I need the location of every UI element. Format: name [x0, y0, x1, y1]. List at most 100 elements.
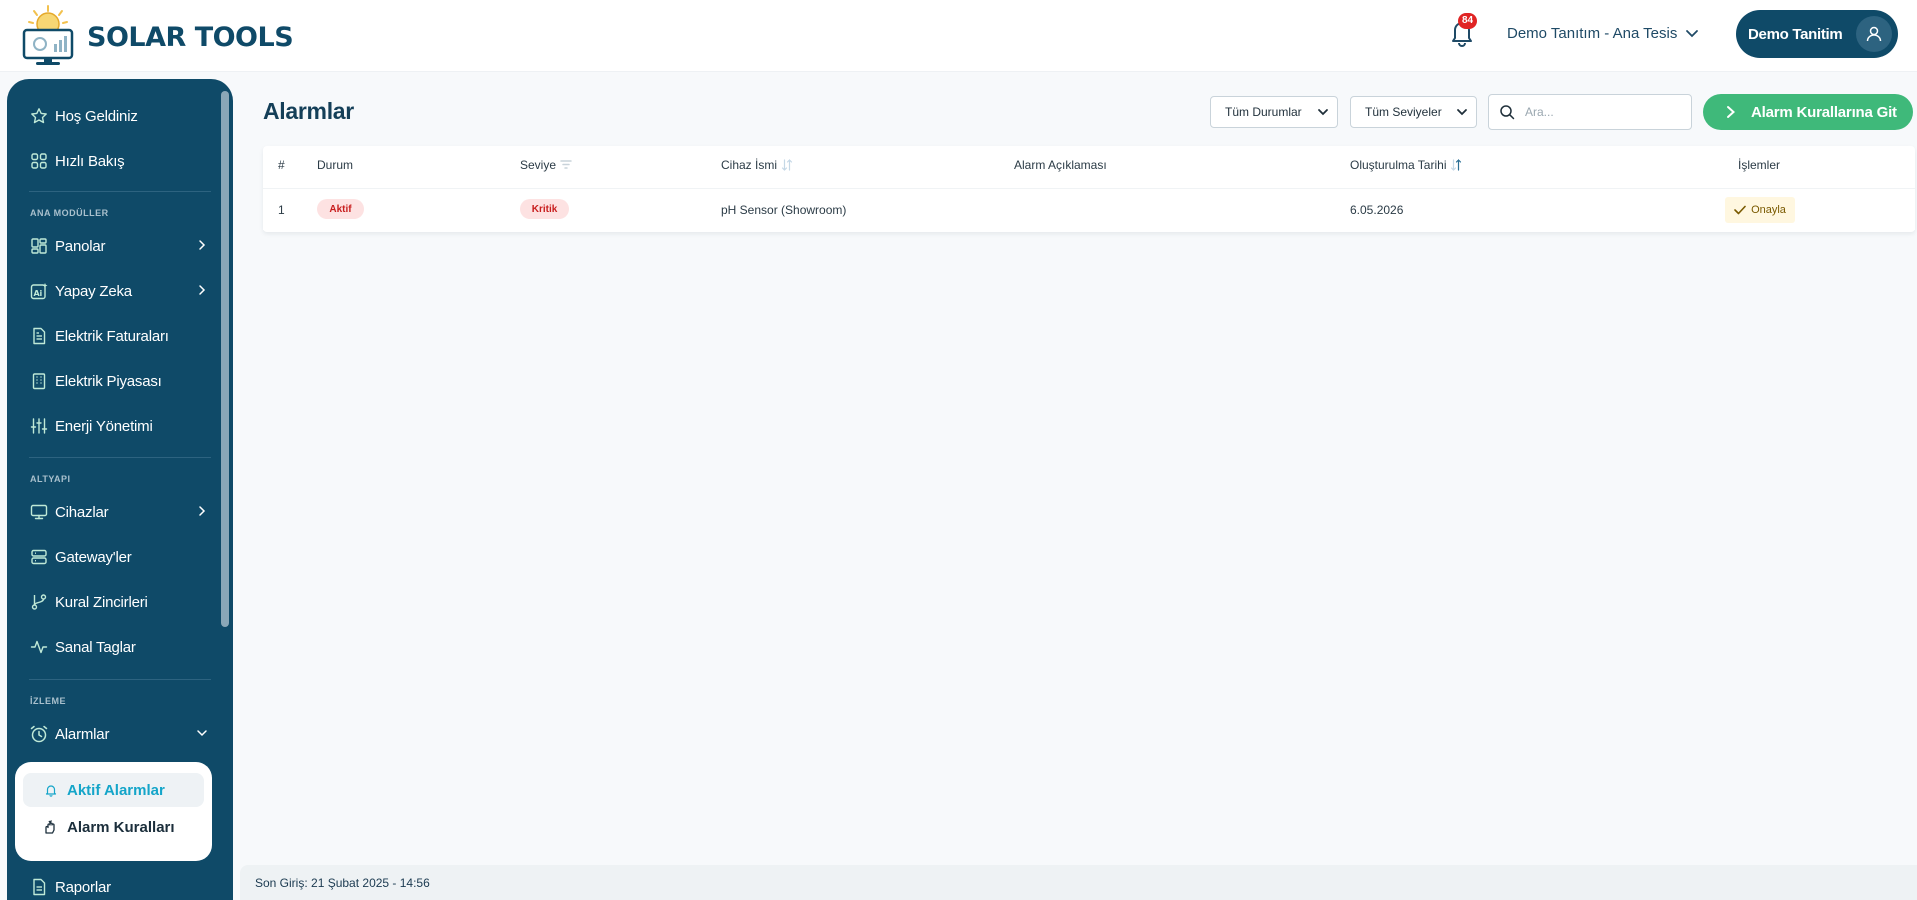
column-header-durum: Durum: [317, 158, 354, 172]
alarm-clock-icon: [29, 724, 49, 744]
chevron-down-icon: [1686, 30, 1699, 38]
section-label-izleme: İZLEME: [30, 696, 66, 706]
chevron-right-icon: [199, 506, 206, 516]
sidebar-item-panolar[interactable]: Panolar: [29, 231, 209, 261]
sidebar-divider: [29, 191, 211, 192]
sidebar-divider: [29, 457, 211, 458]
chevron-down-icon: [1318, 109, 1328, 116]
chevron-right-icon: [199, 285, 206, 295]
monitor-icon: [29, 502, 49, 522]
sidebar-item-label: Yapay Zeka: [55, 282, 132, 300]
user-name: Demo Tanitim: [1748, 25, 1843, 43]
page-title: Alarmlar: [263, 98, 354, 124]
column-header-alarm-aciklamasi: Alarm Açıklaması: [1014, 158, 1107, 172]
notification-count-badge: 84: [1458, 13, 1477, 29]
column-header-olusturulma-tarihi[interactable]: Oluşturulma Tarihi: [1350, 158, 1462, 172]
sidebar-item-label: Kural Zincirleri: [55, 593, 148, 611]
sidebar-item-hizli-bakis[interactable]: Hızlı Bakış: [29, 146, 209, 176]
search-input[interactable]: [1525, 105, 1675, 119]
user-menu-button[interactable]: Demo Tanitim: [1736, 10, 1898, 58]
section-label-altyapi: ALTYAPI: [30, 474, 71, 484]
filter-icon: [560, 160, 572, 169]
sidebar-divider: [29, 679, 211, 680]
report-icon: [29, 877, 49, 897]
building-icon: [29, 371, 49, 391]
activity-icon: [29, 637, 49, 657]
alarm-submenu: Aktif Alarmlar Alarm Kuralları: [15, 762, 212, 861]
sidebar-item-elektrik-piyasasi[interactable]: Elektrik Piyasası: [29, 366, 209, 396]
brand-name: SOLAR TOOLS: [87, 22, 294, 53]
sidebar: Hoş Geldiniz Hızlı Bakış ANA MODÜLLER Pa…: [7, 79, 233, 900]
dashboard-icon: [29, 236, 49, 256]
sidebar-item-gateways[interactable]: Gateway'ler: [29, 542, 209, 572]
sidebar-item-label: Gateway'ler: [55, 548, 132, 566]
facility-selector[interactable]: Demo Tanıtım - Ana Tesis: [1507, 22, 1699, 44]
sidebar-item-label: Alarmlar: [55, 725, 110, 743]
sidebar-item-label: Elektrik Piyasası: [55, 372, 162, 390]
sidebar-item-label: Panolar: [55, 237, 106, 255]
sidebar-item-sanal-taglar[interactable]: Sanal Taglar: [29, 632, 209, 662]
sidebar-scrollbar[interactable]: [221, 91, 229, 627]
rule-hand-icon: [43, 819, 59, 835]
sidebar-item-raporlar[interactable]: Raporlar: [29, 872, 209, 900]
go-to-alarm-rules-button[interactable]: Alarm Kurallarına Git: [1703, 94, 1913, 130]
invoice-icon: [29, 326, 49, 346]
check-icon: [1734, 205, 1746, 215]
sidebar-item-hos-geldiniz[interactable]: Hoş Geldiniz: [29, 101, 209, 131]
sidebar-item-label: Cihazlar: [55, 503, 109, 521]
cell-index: 1: [278, 203, 285, 217]
sidebar-item-kural-zincirleri[interactable]: Kural Zincirleri: [29, 587, 209, 617]
approve-label: Onayla: [1751, 204, 1786, 216]
bell-icon: [43, 782, 59, 798]
sidebar-item-elektrik-faturalari[interactable]: Elektrik Faturaları: [29, 321, 209, 351]
sidebar-item-label: Elektrik Faturaları: [55, 327, 169, 345]
chevron-down-icon: [197, 730, 207, 737]
sort-icon: [781, 159, 793, 171]
sidebar-item-cihazlar[interactable]: Cihazlar: [29, 497, 209, 527]
alarms-table: # Durum Seviye Cihaz İsmi Alarm Açıklama…: [263, 146, 1915, 232]
submenu-item-label: Alarm Kuralları: [67, 818, 175, 836]
cell-device-name: pH Sensor (Showroom): [721, 203, 847, 217]
sidebar-item-yapay-zeka[interactable]: Ai Yapay Zeka: [29, 276, 209, 306]
chevron-down-icon: [1457, 109, 1467, 116]
ai-icon: Ai: [29, 281, 49, 301]
search-icon: [1500, 105, 1515, 120]
facility-name: Demo Tanıtım - Ana Tesis: [1507, 24, 1678, 42]
sidebar-item-label: Hızlı Bakış: [55, 152, 125, 170]
sidebar-item-label: Sanal Taglar: [55, 638, 136, 656]
svg-text:Ai: Ai: [34, 289, 43, 298]
submenu-item-alarm-kurallari[interactable]: Alarm Kuralları: [23, 810, 204, 844]
column-header-cihaz-ismi[interactable]: Cihaz İsmi: [721, 158, 793, 172]
table-row: 1 Aktif Kritik pH Sensor (Showroom) 6.05…: [263, 188, 1915, 230]
level-badge: Kritik: [520, 199, 569, 219]
submenu-item-aktif-alarmlar[interactable]: Aktif Alarmlar: [23, 773, 204, 807]
sort-active-icon: [1451, 159, 1462, 171]
column-header-seviye[interactable]: Seviye: [520, 158, 572, 172]
level-filter-select[interactable]: Tüm Seviyeler: [1350, 96, 1477, 128]
sidebar-item-label: Hoş Geldiniz: [55, 107, 138, 125]
status-badge: Aktif: [317, 199, 364, 219]
sidebar-item-label: Raporlar: [55, 878, 111, 896]
column-header-islemler: İşlemler: [1738, 158, 1781, 172]
star-icon: [29, 106, 49, 126]
submenu-item-label: Aktif Alarmlar: [67, 781, 165, 799]
last-login-text: Son Giriş: 21 Şubat 2025 - 14:56: [255, 875, 430, 890]
top-bar: SOLAR TOOLS 84 Demo Tanıtım - Ana Tesis …: [0, 0, 1917, 72]
cell-created-date: 6.05.2026: [1350, 203, 1404, 217]
git-branch-icon: [29, 592, 49, 612]
search-box[interactable]: [1488, 94, 1692, 130]
solar-tools-logo[interactable]: [20, 4, 76, 66]
sidebar-item-enerji-yonetimi[interactable]: Enerji Yönetimi: [29, 411, 209, 441]
column-header-index: #: [278, 158, 285, 172]
server-icon: [29, 547, 49, 567]
sliders-icon: [29, 416, 49, 436]
sidebar-item-alarmlar[interactable]: Alarmlar: [29, 719, 209, 749]
chevron-right-icon: [199, 240, 206, 250]
status-filter-value: Tüm Durumlar: [1225, 105, 1302, 119]
chevron-right-icon: [1727, 106, 1735, 118]
grid-icon: [29, 151, 49, 171]
level-filter-value: Tüm Seviyeler: [1365, 105, 1442, 119]
status-filter-select[interactable]: Tüm Durumlar: [1210, 96, 1338, 128]
approve-button[interactable]: Onayla: [1725, 197, 1795, 223]
go-to-alarm-rules-label: Alarm Kurallarına Git: [1751, 103, 1897, 121]
